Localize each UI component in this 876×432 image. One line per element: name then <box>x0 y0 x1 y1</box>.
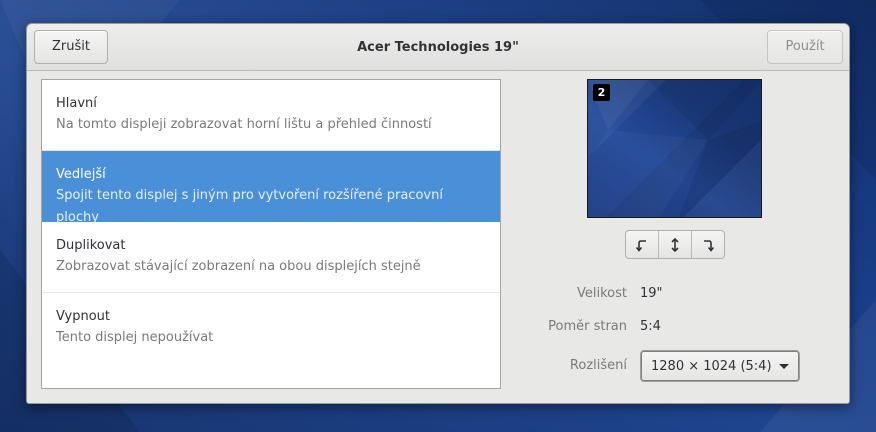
rotate-left-button[interactable] <box>626 231 659 258</box>
mode-subtitle: Na tomto displeji zobrazovat horní lištu… <box>56 117 432 132</box>
mode-row-secondary[interactable]: Vedlejší Spojit tento displej s jiným pr… <box>42 151 500 225</box>
size-label: Velikost <box>577 286 627 301</box>
mode-row-primary[interactable]: Hlavní Na tomto displeji zobrazovat horn… <box>42 80 500 151</box>
mode-subtitle: Zobrazovat stávající zobrazení na obou d… <box>56 259 421 274</box>
resolution-dropdown[interactable]: 1280 × 1024 (5:4) <box>640 350 800 382</box>
rotate-right-icon <box>704 239 715 252</box>
flip-vertical-icon <box>671 237 679 252</box>
aspect-ratio-value: 5:4 <box>640 319 661 334</box>
rotation-button-group <box>625 230 725 259</box>
rotate-right-button[interactable] <box>692 231 724 258</box>
mode-row-off[interactable]: Vypnout Tento displej nepoužívat <box>42 293 500 364</box>
resolution-value: 1280 × 1024 (5:4) <box>651 358 772 374</box>
mode-title: Vedlejší <box>56 167 106 182</box>
mode-title: Hlavní <box>56 96 97 111</box>
preview-wallpaper <box>588 80 761 217</box>
cancel-button[interactable]: Zrušit <box>34 30 108 64</box>
mode-title: Duplikovat <box>56 238 126 253</box>
mode-row-mirror[interactable]: Duplikovat Zobrazovat stávající zobrazen… <box>42 222 500 293</box>
apply-button[interactable]: Použít <box>767 30 843 64</box>
aspect-ratio-label: Poměr stran <box>548 319 627 334</box>
dialog-title: Acer Technologies 19" <box>357 40 519 55</box>
rotate-left-icon <box>635 239 646 252</box>
display-settings-dialog: Zrušit Acer Technologies 19" Použít Hlav… <box>26 23 850 404</box>
flip-button[interactable] <box>659 231 692 258</box>
mode-subtitle: Tento displej nepoužívat <box>56 330 214 345</box>
resolution-label: Rozlišení <box>569 358 627 373</box>
header-bar: Zrušit Acer Technologies 19" Použít <box>27 24 849 71</box>
chevron-down-icon <box>779 363 789 369</box>
size-value: 19" <box>640 286 663 301</box>
mode-title: Vypnout <box>56 309 111 324</box>
display-mode-list: Hlavní Na tomto displeji zobrazovat horn… <box>41 79 501 389</box>
display-preview: 2 <box>587 79 762 218</box>
display-number-badge: 2 <box>593 84 610 101</box>
